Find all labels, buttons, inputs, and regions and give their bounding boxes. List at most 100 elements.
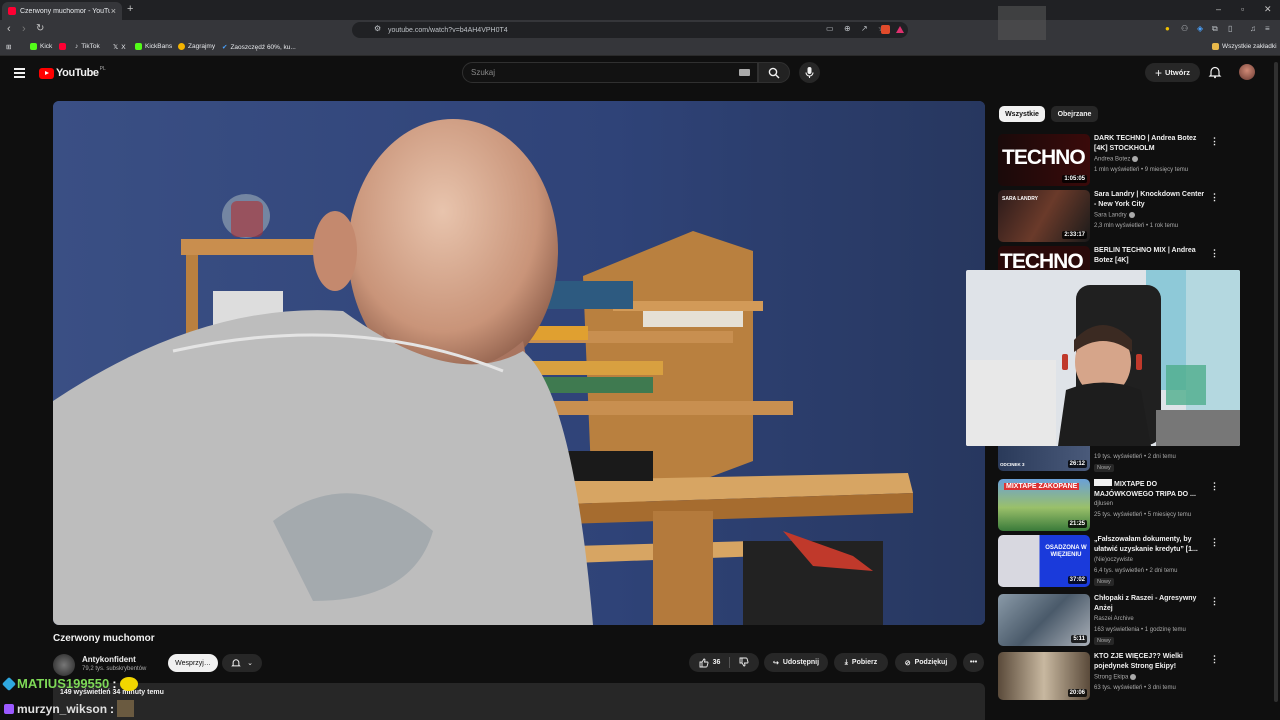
address-bar[interactable]: youtube.com/watch?v=b4AH4VPH0T4: [352, 22, 908, 38]
more-options-icon[interactable]: ⋮: [1210, 192, 1219, 203]
zoom-icon[interactable]: ⊕: [844, 24, 851, 33]
browser-tab[interactable]: Czerwony muchomor - YouTube ×: [2, 2, 122, 20]
video-title[interactable]: BERLIN TECHNO MIX | Andrea Botez [4K]: [1094, 246, 1206, 265]
video-thumbnail[interactable]: ODCINEK 3 26:12: [998, 446, 1090, 471]
extension-icon[interactable]: ●: [1165, 24, 1170, 33]
more-actions-button[interactable]: •••: [963, 653, 984, 672]
video-thumbnail[interactable]: TECHNO 1:05:05: [998, 134, 1090, 186]
chip-watched[interactable]: Obejrzane: [1051, 106, 1098, 122]
create-button[interactable]: + Utwórz: [1145, 63, 1200, 82]
more-options-icon[interactable]: ⋮: [1210, 654, 1218, 665]
cast-icon[interactable]: ▭: [826, 24, 834, 33]
bookmark-zagrajmy[interactable]: Zagrajmy: [178, 43, 215, 50]
video-thumbnail[interactable]: 5:11: [998, 594, 1090, 646]
user-avatar[interactable]: [1239, 64, 1255, 80]
brave-shields-icon[interactable]: [881, 25, 890, 34]
video-player[interactable]: [53, 101, 985, 625]
channel-name[interactable]: Andrea Botez: [1094, 156, 1139, 163]
keyboard-icon[interactable]: [739, 69, 750, 76]
badge-icon: [1, 676, 17, 691]
minimize-icon[interactable]: –: [1216, 4, 1221, 14]
hamburger-menu-icon[interactable]: [14, 68, 25, 80]
video-thumbnail[interactable]: MIXTAPE ZAKOPANE 21:25: [998, 479, 1090, 531]
video-thumbnail[interactable]: 20:06: [998, 652, 1090, 700]
bookmark-youtube[interactable]: [59, 43, 66, 50]
close-tab-icon[interactable]: ×: [111, 6, 116, 16]
plus-icon: +: [1154, 65, 1162, 80]
bookmark-tiktok[interactable]: ♪ TikTok: [75, 43, 100, 50]
apps-icon[interactable]: ⊞: [6, 43, 11, 51]
more-options-icon[interactable]: ⋮: [1210, 248, 1218, 259]
bookmark-kick[interactable]: Kick: [30, 43, 52, 50]
more-options-icon[interactable]: ⋮: [1210, 537, 1219, 548]
video-title[interactable]: MIXTAPE DO MAJÓWKOWEGO TRIPA DO ...: [1094, 479, 1206, 498]
forward-icon[interactable]: ›: [22, 23, 26, 35]
channel-name[interactable]: Strong Ekipa: [1094, 674, 1137, 681]
channel-avatar[interactable]: [53, 654, 75, 676]
channel-name[interactable]: djlusen: [1094, 501, 1113, 507]
channel-name[interactable]: Antykonfident: [82, 655, 136, 664]
search-input[interactable]: Szukaj: [462, 62, 758, 83]
download-button[interactable]: ⤓ Pobierz: [834, 653, 888, 672]
recommended-video[interactable]: 5:11 Chłopaki z Raszei - Agresywny Anżej…: [998, 594, 1219, 648]
video-thumbnail[interactable]: OSADZONA W WIĘZIENIU 37:02: [998, 535, 1090, 587]
recommended-video[interactable]: 20:06 KTO ZJE WIĘCEJ?? Wielki pojedynek …: [998, 652, 1218, 700]
dislike-button[interactable]: [739, 657, 749, 669]
rewards-icon[interactable]: [896, 26, 904, 33]
share-page-icon[interactable]: ↗: [861, 24, 868, 33]
share-button[interactable]: ↪ Udostępnij: [764, 653, 828, 672]
recommended-video[interactable]: ODCINEK 3 26:12 19 tys. wyświetleń • 2 d…: [998, 446, 1218, 474]
chevron-down-icon: ⌄: [247, 660, 253, 667]
verified-icon: [1132, 156, 1139, 162]
site-info-icon[interactable]: ⚙: [374, 24, 381, 33]
video-thumbnail[interactable]: SARA LANDRY 2:33:17: [998, 190, 1090, 242]
search-button[interactable]: [758, 62, 790, 83]
media-icon[interactable]: ♫: [1250, 24, 1256, 33]
video-title[interactable]: Chłopaki z Raszei - Agresywny Anżej: [1094, 594, 1206, 613]
close-window-icon[interactable]: ✕: [1264, 4, 1272, 15]
reload-icon[interactable]: ↻: [36, 23, 44, 34]
recommended-video[interactable]: MIXTAPE ZAKOPANE 21:25 MIXTAPE DO MAJÓWK…: [998, 479, 1219, 533]
video-title[interactable]: DARK TECHNO | Andrea Botez [4K] STOCKHOL…: [1094, 134, 1206, 153]
checkmark-icon: ✔: [222, 44, 228, 51]
channel-name[interactable]: Raszei Archive: [1094, 616, 1134, 622]
recommended-video[interactable]: TECHNO BERLIN TECHNO MIX | Andrea Botez …: [998, 246, 1218, 270]
more-options-icon[interactable]: ⋮: [1210, 596, 1219, 607]
new-tab-button[interactable]: +: [127, 3, 133, 15]
recommended-video[interactable]: TECHNO 1:05:05 DARK TECHNO | Andrea Bote…: [998, 134, 1219, 188]
bookmark-promo[interactable]: ✔ Zaoszczędź 60%, ku...: [222, 43, 296, 52]
description-box[interactable]: [53, 683, 985, 720]
support-button[interactable]: Wesprzyj…: [168, 654, 218, 672]
extension-icon[interactable]: ⚇: [1181, 24, 1188, 33]
video-thumbnail[interactable]: TECHNO: [998, 246, 1090, 270]
bookmark-kickbans[interactable]: KickBans: [135, 43, 172, 50]
subscribed-notifications-button[interactable]: ⌄: [222, 654, 262, 672]
extension-icon[interactable]: ◈: [1197, 24, 1203, 33]
channel-name[interactable]: (Nie)oczywiste: [1094, 557, 1133, 563]
channel-name[interactable]: Sara Landry: [1094, 212, 1135, 219]
maximize-icon[interactable]: ▫: [1241, 4, 1244, 14]
youtube-logo[interactable]: YouTube PL: [39, 66, 106, 79]
extensions-puzzle-icon[interactable]: ⧉: [1212, 24, 1218, 34]
more-options-icon[interactable]: ⋮: [1210, 481, 1219, 492]
recommended-video[interactable]: OSADZONA W WIĘZIENIU 37:02 „Fałszowałam …: [998, 535, 1219, 589]
like-button[interactable]: 36: [699, 658, 720, 668]
browser-tab-bar: Czerwony muchomor - YouTube × + – ▫ ✕: [0, 0, 1280, 20]
video-title[interactable]: Sara Landry | Knockdown Center - New Yor…: [1094, 190, 1206, 209]
thanks-button[interactable]: ⊘ Podziękuj: [895, 653, 957, 672]
recommended-video[interactable]: SARA LANDRY 2:33:17 Sara Landry | Knockd…: [998, 190, 1219, 244]
more-options-icon[interactable]: ⋮: [1210, 136, 1219, 147]
thumbs-up-icon: [699, 658, 709, 667]
menu-icon[interactable]: ≡: [1265, 24, 1270, 33]
video-title[interactable]: „Fałszowałam dokumenty, by ułatwić uzysk…: [1094, 535, 1206, 554]
back-icon[interactable]: ‹: [7, 23, 11, 35]
chip-all[interactable]: Wszystkie: [999, 106, 1045, 122]
notifications-bell-icon[interactable]: [1208, 65, 1222, 79]
bookmark-x[interactable]: 𝕏X: [113, 43, 126, 52]
sidebar-icon[interactable]: ▯: [1228, 24, 1232, 33]
thumbs-down-icon: [739, 657, 749, 666]
voice-search-button[interactable]: [799, 62, 820, 83]
video-title[interactable]: KTO ZJE WIĘCEJ?? Wielki pojedynek Strong…: [1094, 652, 1206, 671]
scrollbar-thumb[interactable]: [1274, 62, 1278, 702]
all-bookmarks[interactable]: Wszystkie zakładki: [1212, 43, 1277, 50]
